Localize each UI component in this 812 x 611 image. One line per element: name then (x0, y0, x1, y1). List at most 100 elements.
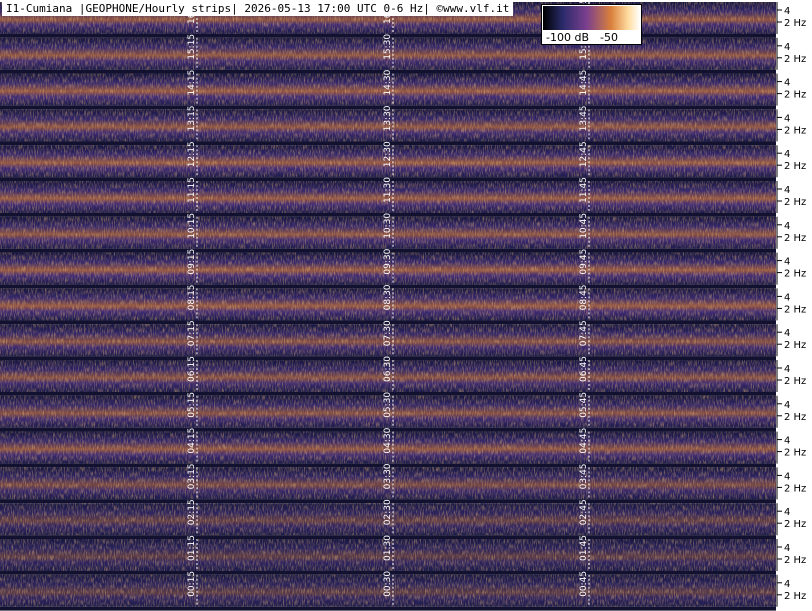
frequency-tick-label-4: 4 (784, 328, 790, 339)
quarter-mark-label: 11:30 (383, 177, 393, 203)
frequency-tick-label-2hz: 2 Hz (784, 90, 806, 101)
quarter-mark-label: 13:45 (579, 105, 589, 131)
frequency-tick-label-4: 4 (784, 436, 790, 447)
strip-hour-14: 14:15 14:30 14:45 (0, 69, 776, 110)
frequency-tick-label-2hz: 2 Hz (784, 54, 806, 65)
quarter-mark-label: 15:30 (383, 34, 393, 60)
quarter-mark-label: 08:45 (579, 284, 589, 310)
quarter-mark-label: 02:15 (187, 499, 197, 525)
strip-hour-10: 10:15 10:30 10:45 (0, 213, 776, 253)
strip-hour-8: 08:15 08:30 08:45 (0, 284, 776, 325)
quarter-mark-label: 02:30 (383, 499, 393, 525)
strip-hour-11: 11:15 11:30 11:45 (0, 177, 776, 217)
quarter-mark-label: 09:30 (383, 248, 393, 274)
quarter-mark-label: 05:15 (187, 392, 197, 418)
quarter-mark-label: 11:15 (187, 177, 197, 203)
quarter-mark-label: 10:30 (383, 213, 393, 239)
colorbar: -100 dB -50 (541, 4, 642, 45)
strip-hour-3: 03:15 03:30 03:45 (0, 463, 776, 504)
quarter-mark-label: 08:15 (187, 284, 197, 310)
frequency-tick-label-2hz: 2 Hz (784, 591, 806, 602)
frequency-tick-label-2hz: 2 Hz (784, 376, 806, 387)
quarter-mark-label: 12:15 (187, 141, 197, 167)
colorbar-gradient (543, 6, 640, 30)
quarter-mark-label: 14:15 (187, 70, 197, 96)
quarter-mark-label: 07:45 (579, 320, 589, 346)
quarter-mark-label: 01:30 (383, 535, 393, 561)
quarter-mark-label: 15:15 (187, 34, 197, 60)
strip-hour-13: 13:15 13:30 13:45 (0, 105, 776, 146)
quarter-mark-label: 00:30 (383, 571, 393, 597)
strip-hour-1: 01:15 01:30 01:45 (0, 535, 776, 575)
quarter-mark-label: 03:15 (187, 463, 197, 489)
quarter-mark-label: 06:15 (187, 356, 197, 382)
frequency-tick-label-4: 4 (784, 400, 790, 411)
quarter-mark-label: 14:30 (383, 69, 393, 95)
quarter-mark-label: 06:30 (383, 356, 393, 382)
quarter-mark-label: 02:45 (579, 499, 589, 525)
frequency-tick-label-2hz: 2 Hz (784, 555, 806, 566)
frequency-tick-label-2hz: 2 Hz (784, 483, 806, 494)
quarter-mark-label: 04:30 (383, 427, 393, 453)
strips-group: 16:1516:3016:4515:1515:3015:4514:1514:30… (0, 0, 776, 611)
strip-hour-9: 09:15 09:30 09:45 (0, 248, 776, 289)
quarter-mark-label: 10:45 (579, 213, 589, 239)
strip-hour-12: 12:15 12:30 12:45 (0, 141, 776, 181)
strip-hour-5: 05:15 05:30 05:45 (0, 392, 776, 432)
quarter-mark-label: 14:45 (579, 70, 589, 96)
strip-hour-6: 06:15 06:30 06:45 (0, 356, 776, 396)
quarter-mark-label: 06:45 (579, 356, 589, 382)
frequency-tick-label-2hz: 2 Hz (784, 412, 806, 423)
frequency-tick-label-4: 4 (784, 471, 790, 482)
strip-hour-2: 02:15 02:30 02:45 (0, 499, 776, 539)
strip-hour-0: 00:15 00:30 00:45 (0, 571, 776, 611)
quarter-mark-label: 13:15 (187, 105, 197, 131)
frequency-tick-label-2hz: 2 Hz (784, 18, 806, 29)
frequency-tick-label-4: 4 (784, 579, 790, 590)
frequency-tick-label-2hz: 2 Hz (784, 519, 806, 530)
quarter-mark-label: 12:30 (383, 141, 393, 167)
quarter-mark-label: 09:45 (579, 249, 589, 275)
frequency-tick-label-4: 4 (784, 543, 790, 554)
quarter-mark-label: 00:15 (187, 571, 197, 597)
frequency-tick-label-4: 4 (784, 257, 790, 268)
frequency-tick-label-4: 4 (784, 185, 790, 196)
quarter-mark-label: 13:30 (383, 105, 393, 131)
frequency-tick-label-4: 4 (784, 113, 790, 124)
quarter-mark-label: 01:45 (579, 535, 589, 561)
frequency-tick-label-2hz: 2 Hz (784, 197, 806, 208)
quarter-mark-label: 04:45 (579, 428, 589, 454)
frequency-tick-label-4: 4 (784, 364, 790, 375)
quarter-mark-label: 04:15 (187, 428, 197, 454)
frequency-tick-label-4: 4 (784, 221, 790, 232)
quarter-mark-label: 07:15 (187, 320, 197, 346)
chart-title: I1-Cumiana |GEOPHONE/Hourly strips| 2026… (2, 2, 514, 16)
quarter-mark-label: 08:30 (383, 284, 393, 310)
quarter-mark-label: 03:45 (579, 463, 589, 489)
frequency-tick-label-2hz: 2 Hz (784, 125, 806, 136)
frequency-tick-label-4: 4 (784, 78, 790, 89)
strip-hour-15: 15:15 15:30 15:45 (0, 34, 776, 74)
colorbar-label-low: -100 dB (546, 31, 589, 44)
quarter-mark-label: 11:45 (579, 177, 589, 203)
frequency-tick-label-4: 4 (784, 149, 790, 160)
quarter-mark-label: 05:45 (579, 392, 589, 418)
frequency-tick-label-2hz: 2 Hz (784, 448, 806, 459)
frequency-tick-label-4: 4 (784, 42, 790, 53)
quarter-mark-label: 01:15 (187, 535, 197, 561)
frequency-tick-label-4: 4 (784, 507, 790, 518)
frequency-tick-label-2hz: 2 Hz (784, 340, 806, 351)
quarter-mark-label: 05:30 (383, 392, 393, 418)
frequency-tick-label-4: 4 (784, 292, 790, 303)
frequency-tick-label-2hz: 2 Hz (784, 269, 806, 280)
frequency-tick-label-2hz: 2 Hz (784, 304, 806, 315)
frequency-tick-label-4: 4 (784, 6, 790, 17)
quarter-mark-label: 03:30 (383, 463, 393, 489)
quarter-mark-label: 00:45 (579, 571, 589, 597)
quarter-mark-label: 10:15 (187, 213, 197, 239)
frequency-tick-label-2hz: 2 Hz (784, 233, 806, 244)
quarter-mark-label: 07:30 (383, 320, 393, 346)
frequency-tick-label-2hz: 2 Hz (784, 161, 806, 172)
spectrogram-chart: 16:1516:3016:4515:1515:3015:4514:1514:30… (0, 0, 812, 611)
quarter-mark-label: 09:15 (187, 249, 197, 275)
